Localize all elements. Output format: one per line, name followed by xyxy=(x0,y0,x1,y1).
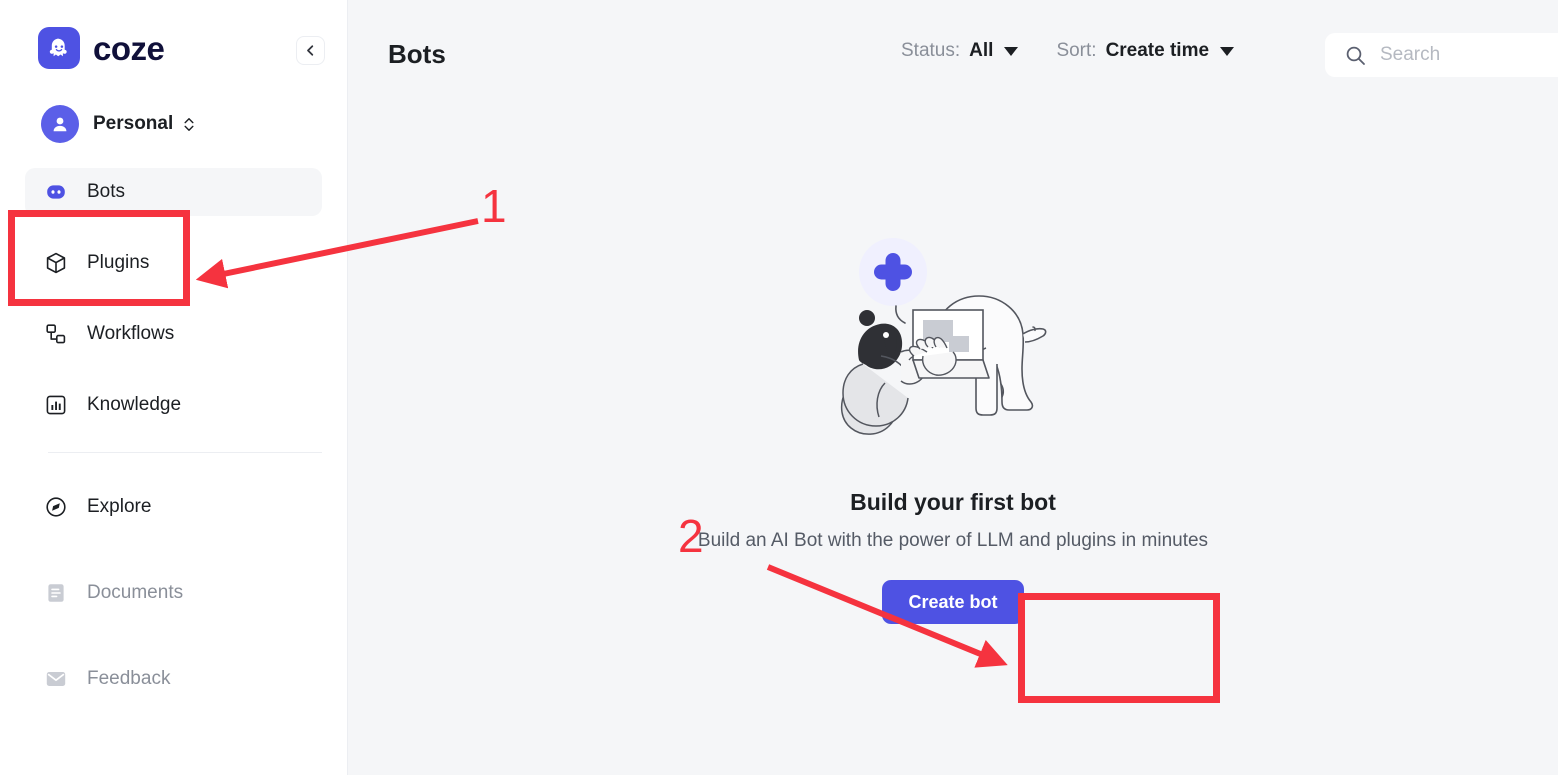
workspace-selector[interactable]: Personal xyxy=(0,105,347,143)
sidebar-item-feedback[interactable]: Feedback xyxy=(25,655,322,703)
sidebar-item-knowledge[interactable]: Knowledge xyxy=(25,381,322,429)
sort-filter-label: Sort: xyxy=(1056,40,1097,61)
sidebar-divider xyxy=(48,452,322,453)
sidebar-item-label: Feedback xyxy=(87,668,171,689)
bot-face-icon xyxy=(43,179,69,205)
status-filter[interactable]: Status: All xyxy=(901,40,1019,62)
caret-down-icon xyxy=(1004,46,1019,56)
brand-name: coze xyxy=(93,29,165,67)
sidebar-item-label: Explore xyxy=(87,496,152,517)
workspace-name: Personal xyxy=(93,113,174,134)
bar-chart-box-icon xyxy=(43,392,69,418)
main-content: Bots Status: All Sort: Create time Searc… xyxy=(348,0,1558,775)
sidebar-item-workflows[interactable]: Workflows xyxy=(25,310,322,358)
sidebar-item-label: Documents xyxy=(87,582,184,603)
chevron-left-icon xyxy=(307,45,314,56)
caret-down-icon xyxy=(1220,46,1235,56)
brand: coze xyxy=(0,0,347,69)
workflow-nodes-icon xyxy=(43,321,69,347)
sidebar-collapse-button[interactable] xyxy=(296,36,325,65)
sidebar-item-documents[interactable]: Documents xyxy=(25,569,322,617)
filter-group: Status: All Sort: Create time xyxy=(901,40,1235,62)
coze-app-window: coze Personal Bots Plugins Workflows Kno… xyxy=(0,0,1558,775)
envelope-icon xyxy=(43,666,69,692)
sidebar-item-label: Workflows xyxy=(87,323,175,344)
sidebar-item-bots[interactable]: Bots xyxy=(25,168,322,216)
sidebar-item-label: Bots xyxy=(87,181,126,202)
sidebar-item-label: Knowledge xyxy=(87,394,182,415)
empty-state-title: Build your first bot xyxy=(850,489,1056,515)
sort-filter-value: Create time xyxy=(1105,40,1210,61)
primary-nav: Bots Plugins Workflows Knowledge xyxy=(0,168,347,429)
sidebar-item-plugins[interactable]: Plugins xyxy=(25,239,322,287)
create-bot-button[interactable]: Create bot xyxy=(882,580,1024,624)
search-input[interactable]: Search xyxy=(1325,33,1558,77)
status-filter-value: All xyxy=(969,40,994,61)
coze-ghost-logo-icon xyxy=(38,27,80,69)
user-avatar-icon xyxy=(41,105,79,143)
status-filter-label: Status: xyxy=(901,40,961,61)
person-with-laptop-and-creature-illustration xyxy=(840,238,1047,435)
sidebar: coze Personal Bots Plugins Workflows Kno… xyxy=(0,0,348,775)
search-placeholder: Search xyxy=(1380,44,1441,65)
sidebar-item-explore[interactable]: Explore xyxy=(25,483,322,531)
search-icon xyxy=(1346,46,1365,65)
secondary-nav: Explore Documents Feedback xyxy=(0,483,347,703)
sort-filter[interactable]: Sort: Create time xyxy=(1056,40,1235,62)
empty-state-subtitle: Build an AI Bot with the power of LLM an… xyxy=(697,530,1209,551)
sidebar-item-label: Plugins xyxy=(87,252,150,273)
topbar: Bots Status: All Sort: Create time Searc… xyxy=(348,0,1558,108)
page-title: Bots xyxy=(388,38,446,69)
compass-icon xyxy=(43,494,69,520)
document-icon xyxy=(43,580,69,606)
empty-state: Build your first bot Build an AI Bot wit… xyxy=(348,232,1558,624)
cube-icon xyxy=(43,250,69,276)
chevron-updown-icon xyxy=(183,116,195,133)
